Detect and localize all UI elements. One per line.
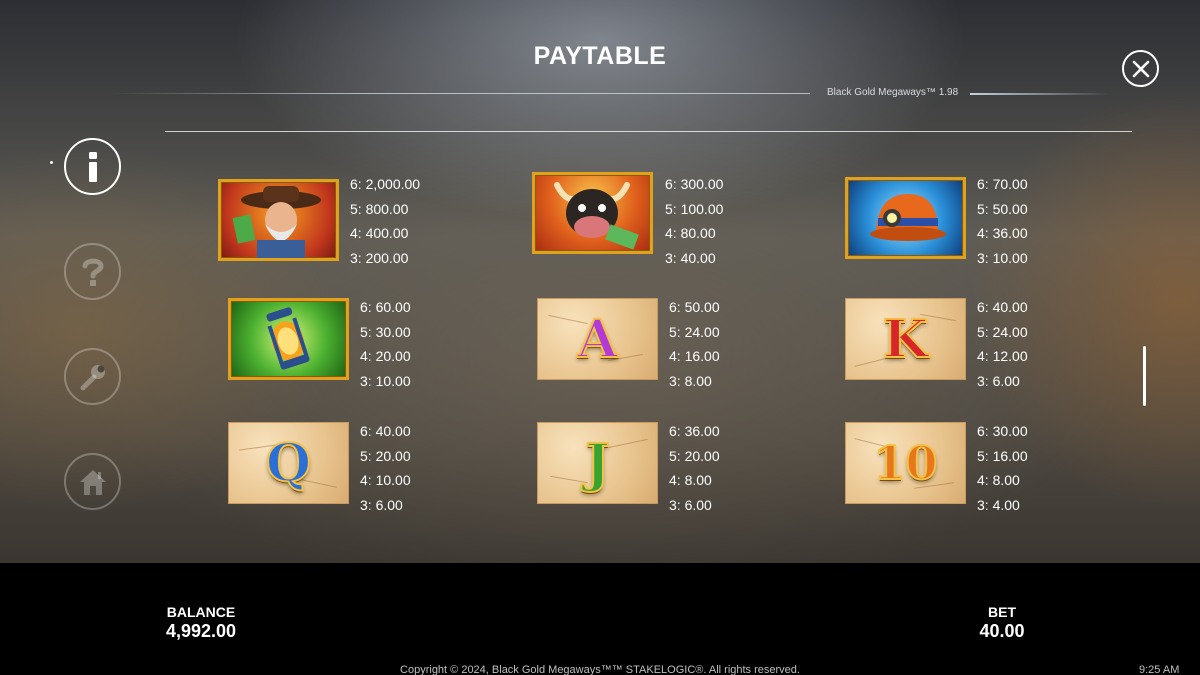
balance-value: 4,992.00 [165, 621, 237, 641]
payout-4: 4: 8.00 [669, 472, 712, 488]
prospector-symbol [218, 179, 339, 261]
letter-q-payouts: 6: 40.00 5: 20.00 4: 10.00 3: 6.00 [360, 419, 411, 517]
miner-helmet-payouts: 6: 70.00 5: 50.00 4: 36.00 3: 10.00 [977, 172, 1028, 270]
payout-4: 4: 8.00 [977, 472, 1020, 488]
payout-4: 4: 36.00 [977, 225, 1028, 241]
help-icon [82, 258, 104, 286]
payout-5: 5: 30.00 [360, 323, 411, 340]
lantern-payouts: 6: 60.00 5: 30.00 4: 20.00 3: 10.00 [360, 295, 411, 393]
payout-5: 5: 50.00 [977, 200, 1028, 217]
payout-6: 6: 2,000.00 [350, 176, 421, 192]
page-title: PAYTABLE [533, 42, 667, 70]
payout-4: 4: 80.00 [665, 225, 716, 241]
bull-illustration [554, 182, 639, 250]
copyright-text: Copyright © 2024, Black Gold Megaways™™ … [400, 664, 800, 675]
balance-label: BALANCE [166, 604, 236, 620]
letter-k-payouts: 6: 40.00 5: 24.00 4: 12.00 3: 6.00 [977, 295, 1028, 393]
payout-3: 3: 6.00 [977, 372, 1020, 389]
home-button[interactable] [64, 453, 121, 510]
lantern-symbol [228, 298, 349, 380]
payout-6: 6: 60.00 [360, 299, 411, 315]
bull-payouts: 6: 300.00 5: 100.00 4: 80.00 3: 40.00 [665, 172, 723, 270]
letter-a-payouts: 6: 50.00 5: 24.00 4: 16.00 3: 8.00 [669, 295, 720, 393]
payout-5: 5: 20.00 [360, 447, 411, 464]
payout-5: 5: 100.00 [665, 200, 724, 217]
payout-3: 3: 40.00 [665, 249, 716, 266]
letter-k-symbol: K [845, 298, 966, 380]
letter-a-glyph: A [576, 308, 618, 371]
active-indicator-dot [50, 161, 53, 164]
letter-j-payouts: 6: 36.00 5: 20.00 4: 8.00 3: 6.00 [669, 419, 720, 517]
letter-a-symbol: A [537, 298, 658, 380]
letter-j-symbol: J [537, 422, 658, 504]
clock: 9:25 AM [1139, 664, 1180, 675]
content-divider [165, 131, 1132, 132]
letter-q-glyph: Q [265, 432, 312, 495]
payout-6: 6: 36.00 [669, 423, 720, 439]
payout-6: 6: 30.00 [977, 423, 1028, 439]
payout-4: 4: 16.00 [669, 348, 720, 364]
info-icon [88, 151, 97, 182]
close-button[interactable] [1122, 50, 1159, 87]
miner-helmet-illustration [870, 194, 946, 241]
number-10-payouts: 6: 30.00 5: 16.00 4: 8.00 3: 4.00 [977, 419, 1028, 517]
payout-6: 6: 40.00 [360, 423, 411, 439]
bet-value: 40.00 [979, 621, 1025, 641]
lantern-illustration [266, 307, 310, 370]
payout-4: 4: 12.00 [977, 348, 1028, 364]
prospector-payouts: 6: 2,000.00 5: 800.00 4: 400.00 3: 200.0… [350, 172, 420, 270]
payout-6: 6: 50.00 [669, 299, 720, 315]
game-version-label: Black Gold Megaways™ 1.98 [827, 87, 959, 98]
settings-wrench-icon [80, 364, 105, 390]
payout-3: 3: 10.00 [977, 249, 1028, 266]
payout-3: 3: 6.00 [669, 496, 712, 513]
prospector-illustration [232, 186, 321, 258]
bet-label: BET [988, 604, 1016, 620]
payout-3: 3: 10.00 [360, 372, 411, 389]
payout-3: 3: 200.00 [350, 249, 409, 266]
close-icon [1132, 60, 1149, 77]
letter-q-symbol: Q [228, 422, 349, 504]
number-10-glyph: 10 [872, 435, 938, 491]
payout-6: 6: 40.00 [977, 299, 1028, 315]
settings-button[interactable] [64, 348, 121, 405]
payout-5: 5: 800.00 [350, 200, 409, 217]
number-10-symbol: 10 [845, 422, 966, 504]
header-divider-right [970, 93, 1110, 95]
home-icon [79, 469, 106, 495]
scrollbar-thumb[interactable] [1143, 346, 1146, 406]
payout-5: 5: 24.00 [977, 323, 1028, 340]
payout-4: 4: 10.00 [360, 472, 411, 488]
payout-3: 3: 4.00 [977, 496, 1020, 513]
payout-3: 3: 6.00 [360, 496, 403, 513]
bull-symbol [532, 172, 653, 254]
payout-3: 3: 8.00 [669, 372, 712, 389]
payout-5: 5: 20.00 [669, 447, 720, 464]
payout-5: 5: 24.00 [669, 323, 720, 340]
help-button[interactable] [64, 243, 121, 300]
letter-k-glyph: K [882, 308, 929, 371]
payout-4: 4: 20.00 [360, 348, 411, 364]
payout-6: 6: 300.00 [665, 176, 724, 192]
payout-5: 5: 16.00 [977, 447, 1028, 464]
payout-6: 6: 70.00 [977, 176, 1028, 192]
miner-helmet-symbol [845, 177, 966, 259]
letter-j-glyph: J [584, 432, 611, 495]
info-button[interactable] [64, 138, 121, 195]
payout-4: 4: 400.00 [350, 225, 409, 241]
header-divider-left [110, 93, 810, 94]
